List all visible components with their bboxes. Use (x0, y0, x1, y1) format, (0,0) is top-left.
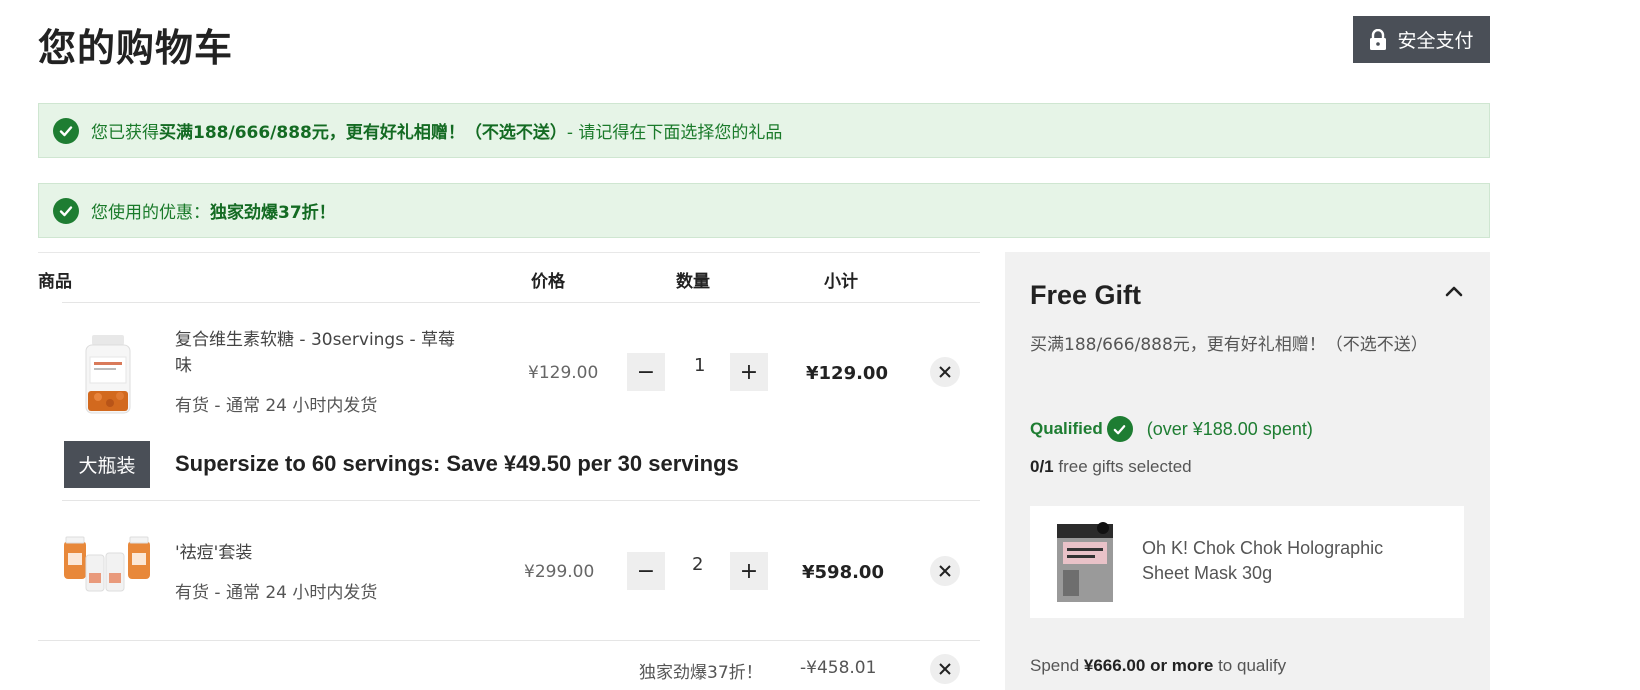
stock-status: 有货 - 通常 24 小时内发货 (175, 396, 378, 416)
increase-quantity-button[interactable]: + (730, 353, 768, 391)
gift-notice-prefix: 您已获得 (91, 123, 159, 143)
free-gift-panel: Free Gift 买满188/666/888元，更有好礼相赠！（不选不送） Q… (1005, 252, 1490, 690)
close-icon (939, 565, 951, 577)
remove-discount-button[interactable] (930, 654, 960, 684)
next-tier-threshold: Spend ¥666.00 or more to qualify (1030, 656, 1286, 676)
gift-product-image (1057, 522, 1113, 602)
line-subtotal: ¥598.00 (802, 562, 884, 583)
free-gift-subtitle: 买满188/666/888元，更有好礼相赠！（不选不送） (1030, 335, 1428, 355)
qualified-label: Qualified (1030, 419, 1103, 438)
check-circle-icon (1106, 416, 1133, 442)
discount-notice-offer: 独家劲爆37折！ (210, 203, 336, 223)
column-header-quantity: 数量 (676, 272, 710, 292)
divider (62, 302, 980, 303)
decrease-quantity-button[interactable]: − (627, 353, 665, 391)
column-header-price: 价格 (531, 272, 565, 292)
check-circle-icon (53, 197, 79, 224)
line-subtotal: ¥129.00 (806, 363, 888, 384)
check-circle-icon (53, 117, 79, 144)
quantity-value[interactable]: 1 (694, 355, 705, 376)
quantity-value[interactable]: 2 (692, 554, 703, 575)
product-name[interactable]: '祛痘'套装 (175, 540, 252, 566)
product-name[interactable]: 复合维生素软糖 - 30servings - 草莓味 (175, 327, 465, 379)
divider (38, 640, 980, 641)
remove-item-button[interactable] (930, 357, 960, 387)
product-image-multivitamin-gummies[interactable] (80, 333, 136, 415)
close-icon (939, 663, 951, 675)
lock-icon (1370, 28, 1387, 50)
discount-label: 独家劲爆37折！ (639, 663, 763, 683)
gift-notice-offer: 买满188/666/888元，更有好礼相赠！（不选不送） (159, 123, 567, 143)
qualified-status: Qualified (over ¥188.00 spent) (1030, 416, 1313, 442)
secure-checkout-label: 安全支付 (1397, 30, 1474, 52)
gifts-selected-count: 0/1 free gifts selected (1030, 457, 1192, 477)
free-gift-title: Free Gift (1030, 280, 1142, 310)
gift-product-name: Oh K! Chok Chok Holographic Sheet Mask 3… (1142, 538, 1384, 583)
gifts-selected-fraction: 0/1 (1030, 457, 1054, 476)
qualified-spent: (over ¥188.00 spent) (1146, 418, 1313, 439)
secure-checkout-button[interactable]: 安全支付 (1353, 16, 1490, 63)
decrease-quantity-button[interactable]: − (627, 552, 665, 590)
column-header-item: 商品 (38, 272, 72, 292)
gifts-selected-text: free gifts selected (1053, 457, 1192, 476)
gift-option-card[interactable]: Oh K! Chok Chok Holographic Sheet Mask 3… (1030, 506, 1464, 618)
discount-notice: 您使用的优惠： 独家劲爆37折！ (38, 183, 1490, 238)
gift-notice: 您已获得 买满188/666/888元，更有好礼相赠！（不选不送） - 请记得在… (38, 103, 1490, 158)
close-icon (939, 366, 951, 378)
supersize-upsell-link[interactable]: Supersize to 60 servings: Save ¥49.50 pe… (175, 451, 739, 477)
chevron-up-icon[interactable] (1442, 280, 1466, 304)
unit-price: ¥299.00 (524, 562, 595, 582)
spend-prefix: Spend (1030, 656, 1084, 675)
column-header-subtotal: 小计 (824, 272, 858, 292)
discount-amount: -¥458.01 (800, 658, 877, 678)
gift-notice-suffix: - 请记得在下面选择您的礼品 (566, 123, 783, 143)
unit-price: ¥129.00 (528, 363, 599, 383)
increase-quantity-button[interactable]: + (730, 552, 768, 590)
cart-table-header: 商品 价格 数量 小计 (38, 252, 980, 302)
supersize-badge: 大瓶装 (64, 441, 150, 488)
page-title: 您的购物车 (38, 26, 234, 70)
remove-item-button[interactable] (930, 556, 960, 586)
spend-amount: ¥666.00 or more (1083, 656, 1214, 675)
spend-suffix: to qualify (1213, 656, 1287, 675)
product-image-acne-set[interactable] (62, 535, 152, 597)
stock-status: 有货 - 通常 24 小时内发货 (175, 583, 378, 603)
divider (62, 500, 980, 501)
discount-notice-prefix: 您使用的优惠： (91, 203, 210, 223)
